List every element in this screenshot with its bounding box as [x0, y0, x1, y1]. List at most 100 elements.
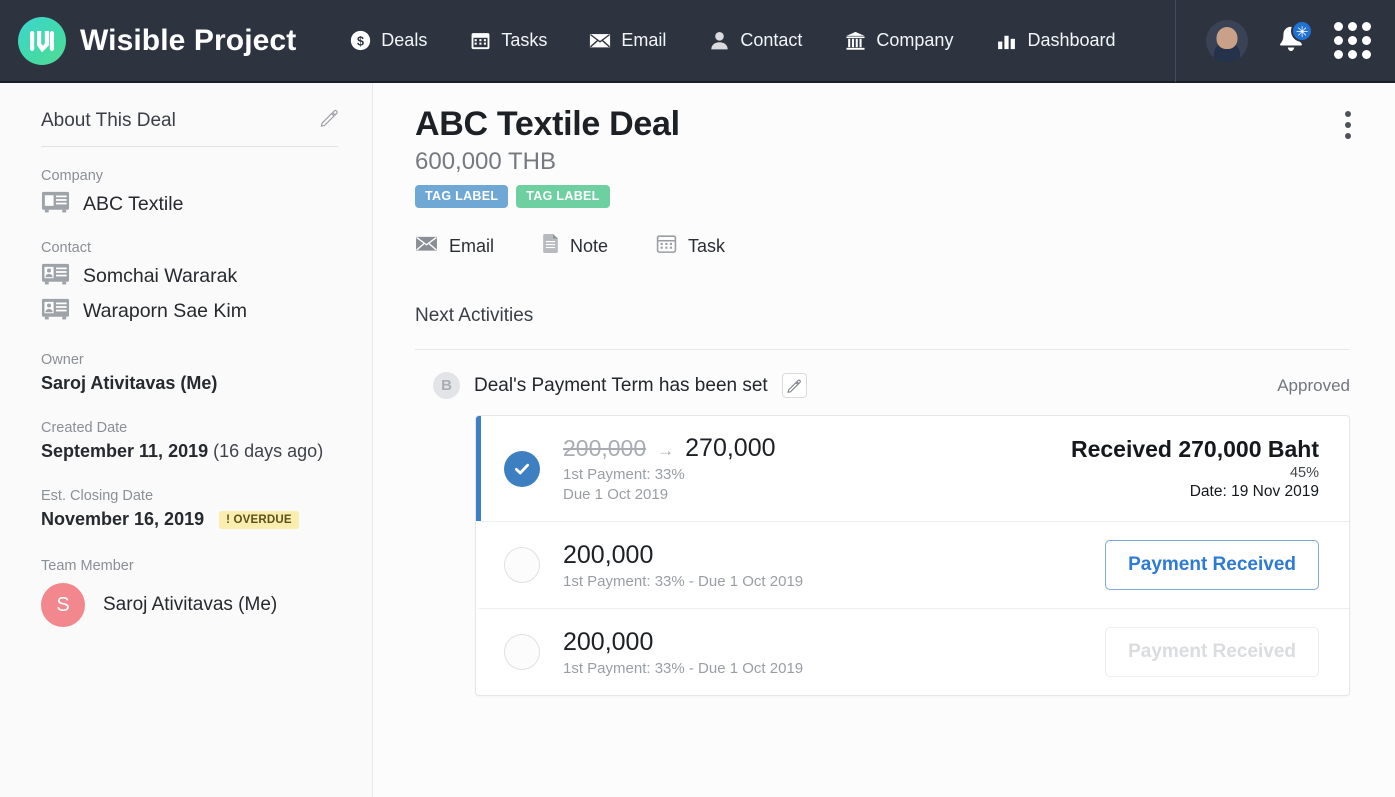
field-label: Company: [41, 168, 104, 184]
received-date: Date: 19 Nov 2019: [1189, 483, 1319, 500]
team-member-row[interactable]: S Saroj Ativitavas (Me): [41, 583, 338, 627]
field-label: Team Member: [41, 558, 134, 574]
created-date-relative: (16 days ago): [213, 441, 324, 461]
company-name: ABC Textile: [83, 193, 184, 215]
unchecked-circle-icon[interactable]: [504, 634, 540, 670]
action-label: Task: [688, 235, 726, 256]
contact-row-1[interactable]: Somchai Wararak: [41, 262, 338, 291]
dollar-circle-icon: $: [349, 30, 371, 52]
contact-name: Waraporn Sae Kim: [83, 300, 248, 322]
deal-amount: 600,000 THB: [415, 148, 556, 175]
field-created-date: Created Date September 11, 2019 (16 days…: [41, 420, 338, 462]
section-title-next-activities: Next Activities: [415, 305, 534, 326]
wisible-logo-icon: [18, 16, 66, 65]
field-closing-date: Est. Closing Date November 16, 2019 ! OV…: [41, 488, 338, 530]
arrow-right-icon: →: [657, 441, 675, 460]
section-divider: [415, 349, 1350, 350]
created-date-value: September 11, 2019 (16 days ago): [41, 441, 338, 462]
nav-label: Deals: [381, 30, 428, 50]
edit-pencil-icon[interactable]: [781, 373, 807, 398]
payment-received-summary: Received 270,000 Baht 45% Date: 19 Nov 2…: [1071, 436, 1323, 501]
nav-item-email[interactable]: Email: [568, 0, 687, 82]
payment-details: 200,000 1st Payment: 33% - Due 1 Oct 201…: [563, 541, 803, 590]
action-label: Email: [449, 235, 495, 256]
status-badge[interactable]: TAG LABEL: [415, 185, 509, 208]
nav-item-tasks[interactable]: Tasks: [448, 0, 568, 82]
unchecked-circle-icon[interactable]: [504, 547, 540, 583]
nav-label: Email: [621, 30, 667, 50]
received-amount: Received 270,000 Baht: [1070, 436, 1319, 462]
field-label: Created Date: [41, 420, 128, 436]
received-percent: 45%: [1289, 465, 1319, 481]
action-note[interactable]: Note: [542, 233, 608, 259]
company-row[interactable]: ABC Textile: [41, 190, 338, 219]
calendar-icon: [469, 30, 491, 52]
field-team-member: Team Member S Saroj Ativitavas (Me): [41, 558, 338, 627]
created-date-text: September 11, 2019: [41, 441, 209, 461]
overdue-badge: ! OVERDUE: [219, 510, 299, 529]
edit-pencil-icon[interactable]: [320, 109, 338, 132]
table-row[interactable]: 200,000 1st Payment: 33% - Due 1 Oct 201…: [476, 608, 1349, 695]
about-divider: [41, 146, 338, 147]
action-email[interactable]: Email: [415, 233, 494, 259]
payment-term-due: 1st Payment: 33% - Due 1 Oct 2019: [563, 659, 804, 677]
activity-header: B Deal's Payment Term has been set Appro…: [415, 372, 1350, 399]
nav-label: Dashboard: [1027, 30, 1116, 50]
top-navigation-bar: Wisible Project $ Deals Tasks Email Cont…: [0, 0, 1395, 83]
closing-date-value: November 16, 2019: [41, 509, 205, 529]
contact-card-icon: [41, 297, 70, 326]
envelope-icon: [589, 30, 611, 52]
table-row[interactable]: 200,000 → 270,000 1st Payment: 33% Due 1…: [476, 416, 1349, 521]
action-label: Note: [570, 235, 609, 256]
nav-item-contact[interactable]: Contact: [687, 0, 823, 82]
payment-select-cell: [481, 450, 563, 487]
field-label: Contact: [41, 240, 91, 256]
payment-action-cell: Payment Received: [1105, 540, 1323, 590]
activity-title: Deal's Payment Term has been set: [474, 374, 768, 396]
nav-item-dashboard[interactable]: Dashboard: [974, 0, 1136, 82]
more-options-icon[interactable]: [1341, 107, 1355, 143]
brand[interactable]: Wisible Project: [0, 16, 296, 65]
field-label: Est. Closing Date: [41, 488, 154, 504]
payment-due-date: Due 1 Oct 2019: [563, 486, 669, 503]
payment-amount-updated: 270,000: [685, 434, 776, 462]
contact-card-icon: [41, 262, 70, 291]
apps-grid-icon[interactable]: [1334, 22, 1371, 59]
checked-circle-icon[interactable]: [504, 450, 540, 487]
payment-select-cell: [481, 634, 563, 670]
envelope-icon: [415, 234, 438, 258]
payment-details: 200,000 → 270,000 1st Payment: 33% Due 1…: [563, 434, 776, 503]
payment-received-button[interactable]: Payment Received: [1105, 540, 1319, 590]
svg-text:$: $: [357, 34, 364, 48]
field-contact: Contact Somchai Wararak Waraporn Sae Kim: [41, 240, 338, 326]
nav-label: Company: [876, 30, 954, 50]
closing-date-row: November 16, 2019 ! OVERDUE: [41, 509, 338, 530]
payment-action-cell: Payment Received: [1105, 627, 1323, 677]
logo-monogram: [30, 30, 54, 52]
tag-list: TAG LABEL TAG LABEL: [415, 185, 1350, 208]
quick-actions: Email Note Task: [415, 233, 1350, 259]
action-task[interactable]: Task: [656, 233, 725, 259]
app-root: Wisible Project $ Deals Tasks Email Cont…: [0, 0, 1395, 797]
status-badge: Approved: [1277, 375, 1350, 395]
sidebar-about-deal: About This Deal Company ABC Textile Cont…: [0, 83, 373, 797]
payment-amount-original: 200,000: [563, 435, 647, 461]
company-card-icon: [41, 190, 70, 219]
about-header: About This Deal: [41, 109, 338, 132]
payment-details: 200,000 1st Payment: 33% - Due 1 Oct 201…: [563, 628, 803, 677]
contact-row-2[interactable]: Waraporn Sae Kim: [41, 297, 338, 326]
payment-amount-line: 200,000 → 270,000: [563, 434, 776, 463]
nav-label: Contact: [740, 30, 803, 50]
payment-select-cell: [481, 547, 563, 583]
notification-badge: ✳: [1291, 19, 1313, 42]
notifications-button[interactable]: ✳: [1274, 19, 1313, 59]
user-avatar[interactable]: [1206, 19, 1248, 62]
table-row[interactable]: 200,000 1st Payment: 33% - Due 1 Oct 201…: [476, 521, 1349, 608]
nav-item-deals[interactable]: $ Deals: [328, 0, 448, 82]
payment-received-button-disabled: Payment Received: [1105, 627, 1319, 677]
status-badge[interactable]: TAG LABEL: [516, 185, 610, 208]
field-company: Company ABC Textile: [41, 168, 338, 219]
main-content: ABC Textile Deal 600,000 THB TAG LABEL T…: [373, 83, 1395, 797]
nav-item-company[interactable]: Company: [823, 0, 974, 82]
field-owner: Owner Saroj Ativitavas (Me): [41, 352, 338, 394]
